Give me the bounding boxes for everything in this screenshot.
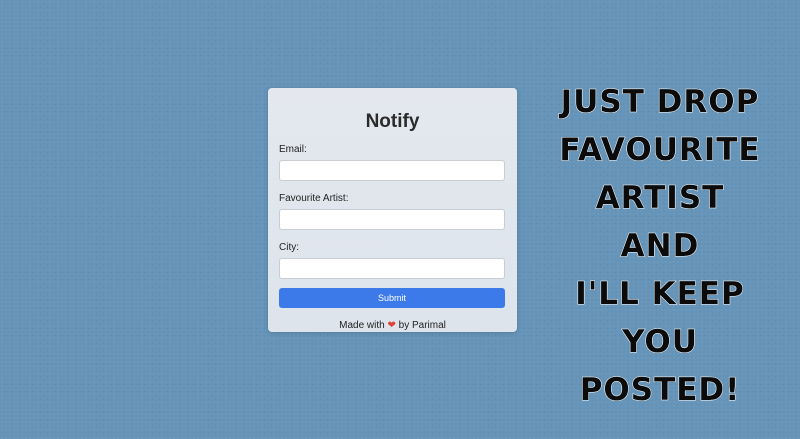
submit-button[interactable]: Submit — [279, 288, 505, 308]
email-field[interactable] — [279, 160, 505, 181]
city-field[interactable] — [279, 258, 505, 279]
promo-line: I'LL KEEP — [575, 276, 745, 313]
promo-line: POSTED! — [579, 372, 741, 409]
promo-message: JUST DROP FAVOURITE ARTIST AND I'LL KEEP… — [545, 78, 775, 414]
promo-line: AND — [620, 228, 700, 265]
heart-icon: ❤ — [387, 320, 396, 331]
promo-line: ARTIST — [595, 180, 725, 217]
promo-line: FAVOURITE — [559, 132, 761, 169]
favourite-artist-label: Favourite Artist: — [279, 193, 349, 204]
email-label: Email: — [279, 144, 307, 155]
notify-form-card: Notify Email: Favourite Artist: City: Su… — [268, 88, 517, 332]
city-label: City: — [279, 242, 299, 253]
footer-prefix: Made with — [339, 320, 385, 331]
form-title: Notify — [365, 111, 420, 132]
promo-line: JUST DROP — [560, 84, 760, 121]
footer-suffix: by Parimal — [398, 320, 446, 331]
favourite-artist-field[interactable] — [279, 209, 505, 230]
footer-credit: Made with ❤ by Parimal — [279, 320, 506, 332]
promo-line: YOU — [622, 324, 698, 361]
